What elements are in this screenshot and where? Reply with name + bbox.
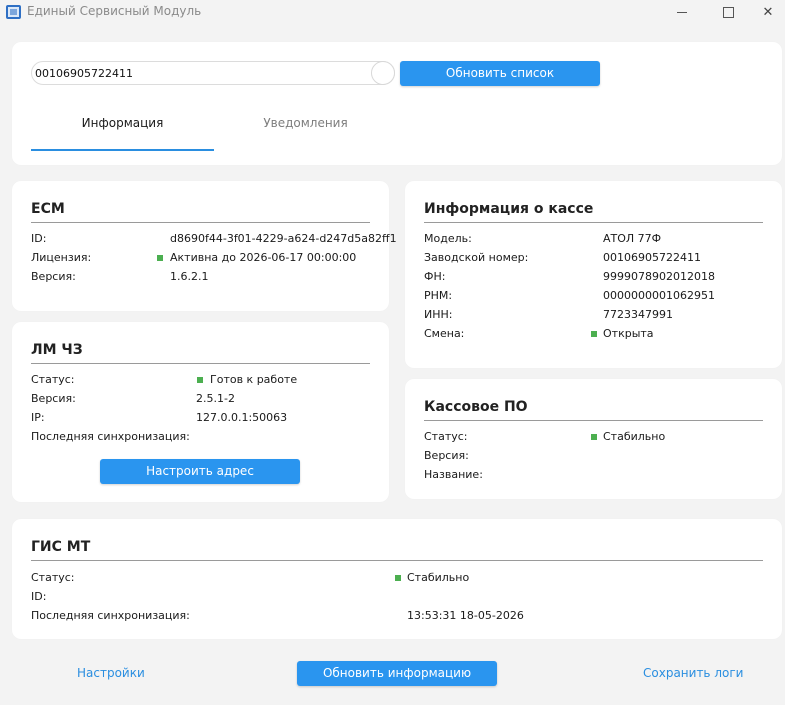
register-fn-label: ФН: (424, 270, 446, 283)
register-serial-label: Заводской номер: (424, 251, 529, 264)
register-rnm-label: РНМ: (424, 289, 453, 302)
lm-ip-value: 127.0.0.1:50063 (196, 411, 288, 424)
top-panel: 00106905722411 Обновить список Информаци… (12, 42, 782, 165)
save-logs-link[interactable]: Сохранить логи (643, 666, 743, 680)
ecm-version-label: Версия: (31, 270, 76, 283)
ecm-id-label: ID: (31, 232, 47, 245)
register-serial-value: 00106905722411 (603, 251, 701, 264)
register-inn-label: ИНН: (424, 308, 453, 321)
refresh-list-button[interactable]: Обновить список (400, 61, 600, 86)
update-info-button[interactable]: Обновить информацию (297, 661, 497, 686)
lm-status-value: Готов к работе (210, 373, 298, 386)
tab-information[interactable]: Информация (31, 116, 214, 151)
register-shift-value: Открыта (603, 327, 654, 340)
ecm-divider (31, 222, 370, 223)
ecm-license-label: Лицензия: (31, 251, 92, 264)
status-square-icon (395, 575, 401, 581)
lm-ip-label: IP: (31, 411, 45, 424)
status-square-icon (197, 377, 203, 383)
register-software-divider (424, 420, 763, 421)
software-status-value: Стабильно (603, 430, 666, 443)
register-rnm-value: 0000000001062951 (603, 289, 715, 302)
ecm-id-value: d8690f44-3f01-4229-a624-d247d5a82ff1 (170, 232, 397, 245)
lm-status-label: Статус: (31, 373, 75, 386)
ecm-license-value: Активна до 2026-06-17 00:00:00 (170, 251, 357, 264)
status-square-icon (591, 331, 597, 337)
title-bar: Единый Сервисный Модуль (0, 0, 785, 24)
register-model-value: АТОЛ 77Ф (603, 232, 662, 245)
register-model-label: Модель: (424, 232, 472, 245)
lm-version-value: 2.5.1-2 (196, 392, 235, 405)
tab-notifications[interactable]: Уведомления (214, 116, 397, 148)
app-logo-icon (6, 5, 21, 19)
register-info-divider (424, 222, 763, 223)
register-fn-value: 9999078902012018 (603, 270, 715, 283)
register-software-title: Кассовое ПО (424, 399, 528, 415)
register-inn-value: 7723347991 (603, 308, 673, 321)
kkt-serial-value: 00106905722411 (35, 67, 133, 80)
gis-last-sync-value: 13:53:31 18-05-2026 (407, 609, 524, 622)
gis-status-value: Стабильно (407, 571, 470, 584)
gis-last-sync-label: Последняя синхронизация: (31, 609, 190, 622)
lm-version-label: Версия: (31, 392, 76, 405)
dropdown-toggle-icon[interactable] (371, 61, 395, 85)
settings-link[interactable]: Настройки (77, 666, 145, 680)
window-title: Единый Сервисный Модуль (27, 4, 202, 18)
minimize-icon[interactable] (659, 0, 705, 24)
ecm-version-value: 1.6.2.1 (170, 270, 209, 283)
register-shift-label: Смена: (424, 327, 465, 340)
register-info-title: Информация о кассе (424, 201, 594, 217)
close-icon[interactable] (745, 0, 785, 24)
gis-mt-title: ГИС МТ (31, 539, 91, 555)
status-square-icon (591, 434, 597, 440)
gis-id-label: ID: (31, 590, 47, 603)
register-software-panel: Кассовое ПО Статус: Стабильно Версия: На… (405, 379, 782, 499)
register-info-panel: Информация о кассе Модель: АТОЛ 77Ф Заво… (405, 181, 782, 368)
kkt-serial-input[interactable]: 00106905722411 (31, 61, 395, 85)
gis-status-label: Статус: (31, 571, 75, 584)
configure-address-button[interactable]: Настроить адрес (100, 459, 300, 484)
lm-panel: ЛМ ЧЗ Статус: Готов к работе Версия: 2.5… (12, 322, 389, 502)
ecm-panel: ЕСМ ID: d8690f44-3f01-4229-a624-d247d5a8… (12, 181, 397, 311)
gis-mt-panel: ГИС МТ Статус: Стабильно ID: Последняя с… (12, 519, 782, 639)
software-name-label: Название: (424, 468, 483, 481)
lm-title: ЛМ ЧЗ (31, 342, 83, 358)
software-status-label: Статус: (424, 430, 468, 443)
ecm-title: ЕСМ (31, 201, 65, 217)
lm-divider (31, 363, 370, 364)
status-square-icon (157, 255, 163, 261)
lm-last-sync-label: Последняя синхронизация: (31, 430, 190, 443)
gis-mt-divider (31, 560, 763, 561)
software-version-label: Версия: (424, 449, 469, 462)
